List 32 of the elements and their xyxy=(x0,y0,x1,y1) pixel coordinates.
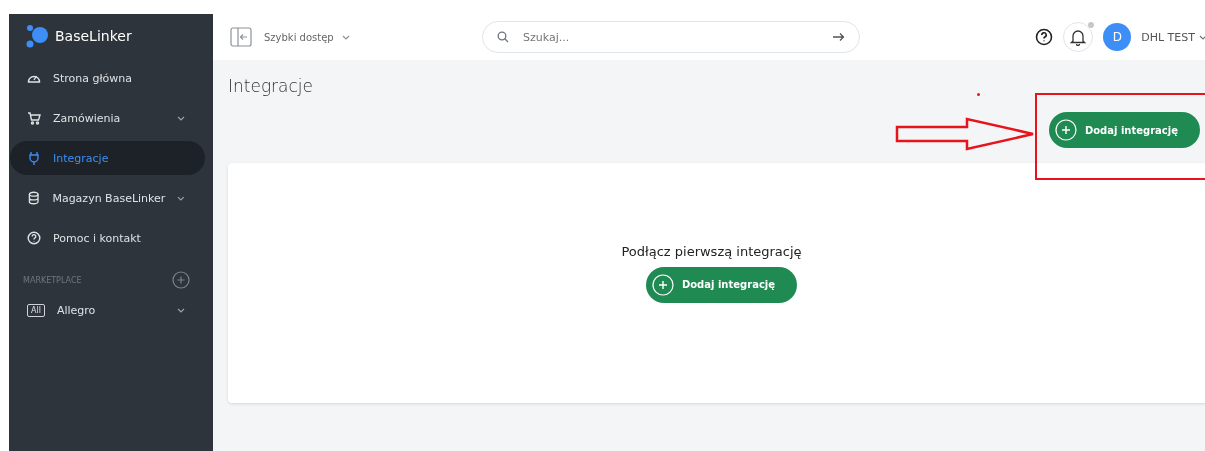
nav-item[interactable]: Pomoc i kontakt xyxy=(10,221,205,255)
database-icon xyxy=(27,191,41,205)
plus-icon xyxy=(651,273,674,296)
cart-icon xyxy=(27,111,41,125)
marketplace-badge: All xyxy=(27,303,45,317)
add-icon[interactable] xyxy=(172,271,190,289)
annotation-dot xyxy=(977,93,980,96)
bell-icon xyxy=(1070,28,1087,46)
add-integration-button[interactable]: Dodaj integrację xyxy=(1048,112,1200,148)
nav-item[interactable]: All Allegro xyxy=(10,293,205,327)
page-title: Integracje xyxy=(228,76,314,96)
help-icon xyxy=(27,231,41,245)
quick-access-menu[interactable]: Szybki dostęp xyxy=(264,31,482,43)
chevron-down-icon xyxy=(1199,34,1205,40)
user-menu[interactable]: DHL TEST xyxy=(1141,30,1205,44)
help-icon[interactable] xyxy=(1035,28,1054,46)
nav-item[interactable]: Strona główna xyxy=(10,61,205,95)
sidebar-toggle-icon[interactable] xyxy=(230,27,252,47)
chevron-down-icon xyxy=(341,34,350,40)
arrow-right-icon[interactable] xyxy=(833,32,845,42)
search-icon xyxy=(497,31,509,43)
notifications-button[interactable] xyxy=(1063,22,1094,52)
nav-item[interactable]: Zamówienia xyxy=(10,101,205,135)
logo-icon xyxy=(25,24,49,48)
nav-item[interactable]: Integracje xyxy=(10,141,205,175)
nav-item[interactable]: Magazyn BaseLinker xyxy=(10,181,205,215)
add-integration-button[interactable]: Dodaj integrację xyxy=(645,266,798,303)
plug-icon xyxy=(27,151,41,165)
logo-text: BaseLinker xyxy=(55,28,132,44)
section-title: MARKETPLACE xyxy=(23,275,82,285)
plus-icon xyxy=(1054,119,1077,141)
empty-state-heading: Podłącz pierwszą integrację xyxy=(621,243,803,259)
